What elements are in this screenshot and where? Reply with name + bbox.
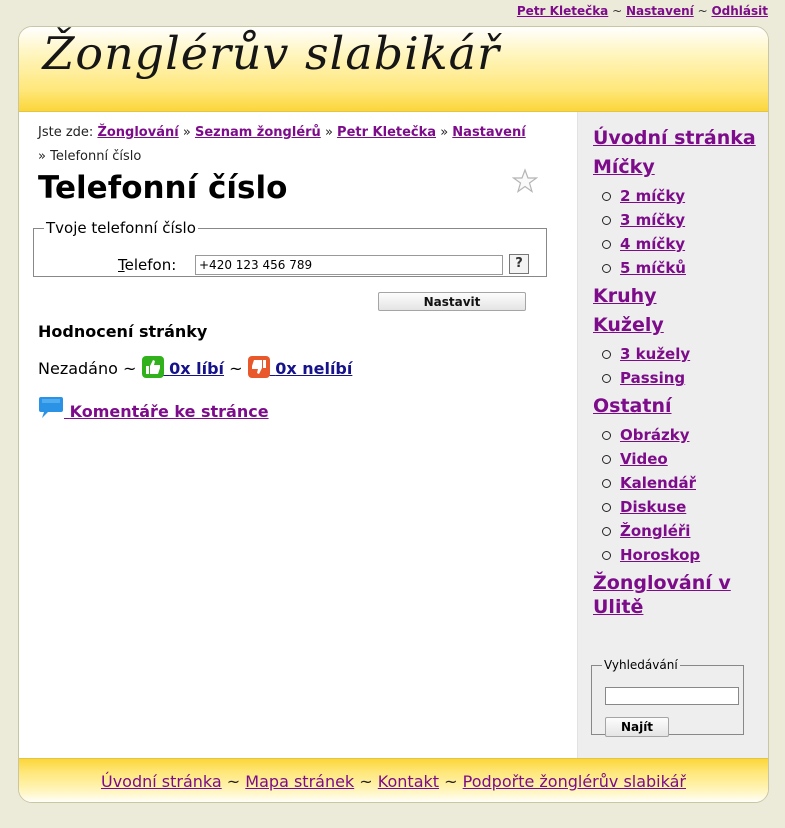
footer-separator: ~	[359, 772, 373, 791]
settings-link[interactable]: Nastavení	[626, 4, 694, 18]
rating-line: Nezadáno ~ 0x líbí ~ 0x nelíbí	[38, 356, 352, 380]
sidebar-subitem-obrazky[interactable]: Obrázky	[620, 426, 690, 444]
breadcrumb-separator: »	[440, 125, 449, 140]
breadcrumb-separator: »	[324, 125, 333, 140]
user-bar: Petr Kletečka ~ Nastavení ~ Odhlásit	[517, 4, 768, 18]
sidebar-subitem-3-micky[interactable]: 3 míčky	[620, 211, 685, 229]
sidebar-subitem: Passing	[593, 366, 763, 390]
phone-input[interactable]	[195, 255, 503, 275]
sidebar-item-micky[interactable]: Míčky	[593, 155, 763, 179]
footer-link-mapa-stranek[interactable]: Mapa stránek	[245, 772, 354, 791]
breadcrumb-prefix: Jste zde:	[38, 125, 94, 140]
sidebar-subitem: Obrázky	[593, 423, 763, 447]
sidebar-subitem: Video	[593, 447, 763, 471]
sidebar-subitem-video[interactable]: Video	[620, 450, 668, 468]
sidebar-nav: Úvodní stránka Míčky 2 míčky 3 míčky 4 m…	[593, 126, 763, 624]
breadcrumb: Jste zde: Žonglování » Seznam žonglérů »…	[38, 121, 548, 169]
star-icon[interactable]	[512, 168, 538, 194]
breadcrumb-item-user[interactable]: Petr Kletečka	[337, 125, 436, 140]
sidebar-item-uvodni-stranka[interactable]: Úvodní stránka	[593, 126, 763, 150]
page-title: Telefonní číslo	[38, 170, 288, 206]
footer-separator: ~	[226, 772, 241, 791]
sidebar: Úvodní stránka Míčky 2 míčky 3 míčky 4 m…	[577, 112, 768, 758]
search-legend: Vyhledávání	[604, 658, 678, 672]
speech-bubble-icon	[39, 397, 63, 418]
phone-label-text: elefon:	[124, 256, 177, 274]
sidebar-item-ostatni[interactable]: Ostatní	[593, 394, 763, 418]
phone-label-accesskey: T	[118, 256, 125, 274]
footer-link-kontakt[interactable]: Kontakt	[378, 772, 439, 791]
footer-link-uvodni-stranka[interactable]: Úvodní stránka	[101, 772, 222, 791]
page-frame: Žonglérův slabikář Jste zde: Žonglování …	[18, 26, 769, 803]
sidebar-subitem: 4 míčky	[593, 232, 763, 256]
sidebar-submenu-kuzely: 3 kužely Passing	[593, 342, 763, 390]
phone-fieldset: Tvoje telefonní číslo Telefon: ?	[33, 219, 547, 277]
breadcrumb-current: Telefonní číslo	[50, 149, 142, 164]
sidebar-subitem: Diskuse	[593, 495, 763, 519]
breadcrumb-item-seznam-zongleru[interactable]: Seznam žonglérů	[195, 125, 321, 140]
site-header: Žonglérův slabikář	[19, 27, 768, 112]
user-bar-separator: ~	[612, 4, 623, 18]
rating-heading: Hodnocení stránky	[38, 322, 208, 341]
sidebar-item-kuzely[interactable]: Kužely	[593, 313, 763, 337]
sidebar-submenu-micky: 2 míčky 3 míčky 4 míčky 5 míčků	[593, 184, 763, 280]
sidebar-subitem: 5 míčků	[593, 256, 763, 280]
rating-separator: ~	[229, 359, 243, 378]
footer-separator: ~	[444, 772, 458, 791]
user-profile-link[interactable]: Petr Kletečka	[517, 4, 608, 18]
search-button[interactable]: Najít	[605, 717, 669, 737]
thumbs-down-icon	[247, 356, 270, 378]
user-bar-separator: ~	[697, 4, 708, 18]
main-content: Jste zde: Žonglování » Seznam žonglérů »…	[19, 112, 577, 758]
footer-link-podporte[interactable]: Podpořte žonglérův slabikář	[463, 772, 686, 791]
site-logo[interactable]: Žonglérův slabikář	[43, 27, 500, 80]
like-count: 0x líbí	[169, 359, 225, 378]
sidebar-subitem-diskuse[interactable]: Diskuse	[620, 498, 686, 516]
sidebar-item-zonglovani-v-ulite[interactable]: Žonglování v Ulitě	[593, 571, 763, 619]
site-footer: Úvodní stránka ~ Mapa stránek ~ Kontakt …	[19, 758, 768, 802]
like-button[interactable]: 0x líbí	[141, 356, 225, 378]
sidebar-subitem-3-kuzely[interactable]: 3 kužely	[620, 345, 690, 363]
search-input[interactable]	[605, 687, 739, 705]
sidebar-subitem-passing[interactable]: Passing	[620, 369, 685, 387]
logout-link[interactable]: Odhlásit	[711, 4, 768, 18]
sidebar-submenu-ostatni: Obrázky Video Kalendář Diskuse Žongléři …	[593, 423, 763, 567]
sidebar-item-kruhy[interactable]: Kruhy	[593, 284, 763, 308]
dislike-button[interactable]: 0x nelíbí	[247, 356, 353, 378]
sidebar-subitem: Kalendář	[593, 471, 763, 495]
breadcrumb-separator: »	[38, 149, 46, 164]
breadcrumb-item-nastaveni[interactable]: Nastavení	[452, 125, 525, 140]
search-fieldset: Vyhledávání Najít	[591, 658, 744, 737]
phone-label: Telefon:	[118, 256, 176, 274]
sidebar-subitem-5-micku[interactable]: 5 míčků	[620, 259, 686, 277]
comments-link[interactable]: Komentáře ke stránce	[38, 397, 269, 421]
breadcrumb-item-zonglovani[interactable]: Žonglování	[97, 125, 178, 140]
sidebar-subitem: 3 míčky	[593, 208, 763, 232]
sidebar-subitem-zongleri[interactable]: Žongléři	[620, 522, 690, 540]
sidebar-subitem-4-micky[interactable]: 4 míčky	[620, 235, 685, 253]
phone-fieldset-legend: Tvoje telefonní číslo	[46, 219, 196, 237]
comments-row: Komentáře ke stránce	[38, 395, 269, 421]
sidebar-subitem: Horoskop	[593, 543, 763, 567]
comments-label: Komentáře ke stránce	[69, 402, 269, 421]
sidebar-subitem: 2 míčky	[593, 184, 763, 208]
breadcrumb-separator: »	[182, 125, 191, 140]
help-button[interactable]: ?	[509, 254, 529, 274]
rating-separator: ~	[123, 359, 137, 378]
dislike-count: 0x nelíbí	[275, 359, 353, 378]
thumbs-up-icon	[141, 356, 164, 378]
sidebar-subitem-kalendar[interactable]: Kalendář	[620, 474, 696, 492]
sidebar-subitem: 3 kužely	[593, 342, 763, 366]
rating-status: Nezadáno	[38, 359, 118, 378]
save-button[interactable]: Nastavit	[378, 292, 526, 311]
sidebar-subitem-2-micky[interactable]: 2 míčky	[620, 187, 685, 205]
sidebar-subitem-horoskop[interactable]: Horoskop	[620, 546, 700, 564]
sidebar-subitem: Žongléři	[593, 519, 763, 543]
